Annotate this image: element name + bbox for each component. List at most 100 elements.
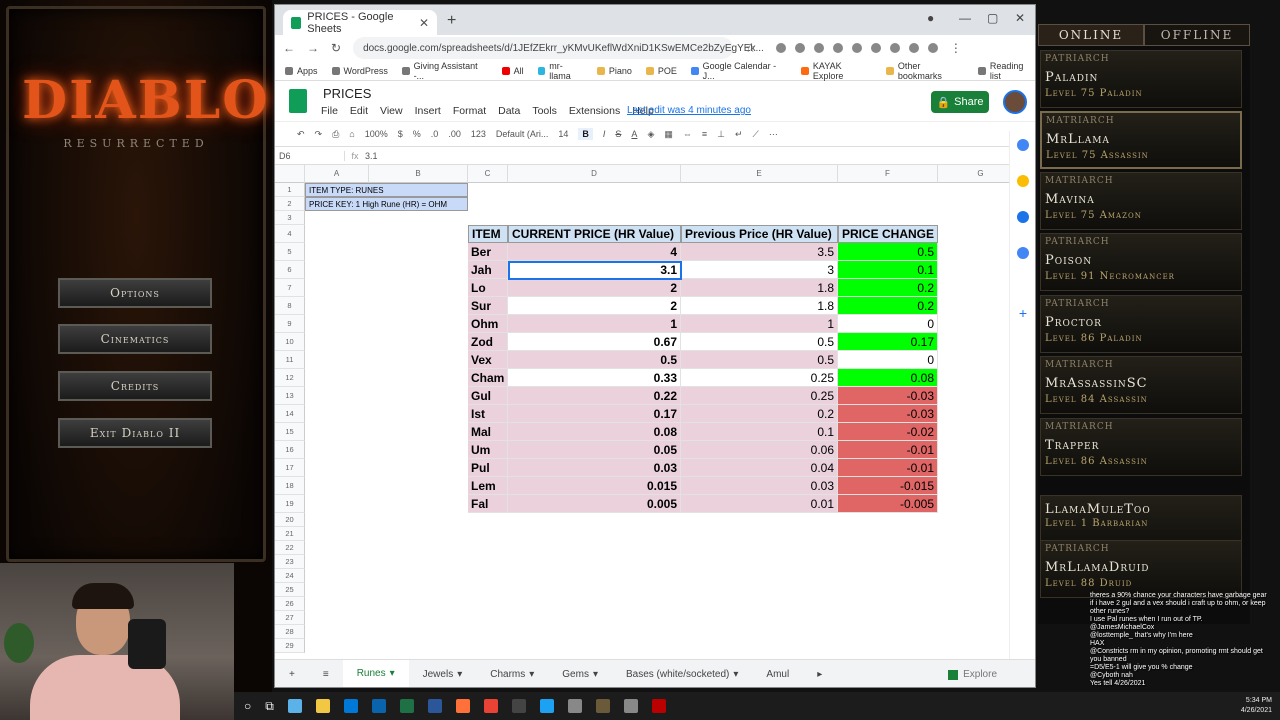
table-cell-item[interactable]: Zod: [468, 333, 508, 351]
sheet-tab-amul[interactable]: Amul: [752, 660, 803, 688]
align-icon[interactable]: ≡: [702, 129, 707, 139]
table-cell-item[interactable]: Mal: [468, 423, 508, 441]
avatar[interactable]: [1003, 90, 1027, 114]
excel-icon[interactable]: [399, 699, 414, 713]
table-cell-current[interactable]: 0.05: [508, 441, 681, 459]
valign-icon[interactable]: ⊥: [717, 129, 725, 140]
app-icon[interactable]: [651, 699, 666, 713]
formula-input[interactable]: 3.1: [365, 151, 378, 161]
table-cell-item[interactable]: Fal: [468, 495, 508, 513]
character-entry[interactable]: PATRIARCH MrLlamaDruid Level 88 Druid: [1040, 540, 1242, 598]
table-cell-item[interactable]: Ist: [468, 405, 508, 423]
close-tab-icon[interactable]: ✕: [419, 16, 429, 30]
row-header[interactable]: 27: [275, 611, 305, 625]
row-header[interactable]: 21: [275, 527, 305, 541]
paint-format-icon[interactable]: ⌂: [349, 129, 354, 139]
row-header[interactable]: 25: [275, 583, 305, 597]
store-icon[interactable]: [343, 699, 358, 713]
row-header[interactable]: 15: [275, 423, 305, 441]
sheet-tab-gems[interactable]: Gems ▾: [548, 660, 612, 688]
menu-edit[interactable]: Edit: [350, 105, 368, 117]
outlook-icon[interactable]: [371, 699, 386, 713]
close-window-icon[interactable]: ✕: [1015, 11, 1025, 25]
extension-icon[interactable]: [851, 43, 862, 53]
tab-online[interactable]: ONLINE: [1038, 24, 1144, 46]
app-icon[interactable]: [287, 699, 302, 713]
info-item-type[interactable]: ITEM TYPE: RUNES: [305, 183, 468, 197]
table-cell-item[interactable]: Ohm: [468, 315, 508, 333]
all-sheets-icon[interactable]: ≡: [309, 660, 343, 688]
bookmark-calendar[interactable]: Google Calendar - J...: [690, 61, 787, 81]
row-header[interactable]: 18: [275, 477, 305, 495]
table-header-cell[interactable]: ITEM: [468, 225, 508, 243]
col-header-c[interactable]: C: [468, 165, 508, 183]
bookmark-kayak[interactable]: KAYAK Explore: [801, 61, 872, 81]
explore-button[interactable]: Explore: [948, 669, 997, 680]
table-cell-change[interactable]: 0.08: [838, 369, 938, 387]
sheets-logo-icon[interactable]: [289, 89, 307, 113]
merge-icon[interactable]: ⇔: [683, 129, 692, 139]
table-cell-item[interactable]: Lem: [468, 477, 508, 495]
bookmark-giving-assistant[interactable]: Giving Assistant -...: [401, 61, 488, 81]
bookmark-star-icon[interactable]: ☆: [745, 41, 756, 55]
cinematics-button[interactable]: Cinematics: [58, 324, 212, 354]
extension-icon[interactable]: [832, 43, 843, 53]
add-sheet-icon[interactable]: +: [275, 660, 309, 688]
add-addon-icon[interactable]: +: [1017, 306, 1029, 320]
file-explorer-icon[interactable]: [315, 699, 330, 713]
tab-offline[interactable]: OFFLINE: [1144, 24, 1250, 46]
bookmark-piano[interactable]: Piano: [596, 66, 632, 76]
table-cell-previous[interactable]: 3.5: [681, 243, 838, 261]
minimize-icon[interactable]: —: [959, 11, 971, 25]
strikethrough-button[interactable]: S: [615, 129, 621, 139]
bookmark-other[interactable]: Other bookmarks: [886, 61, 964, 81]
row-header[interactable]: 4: [275, 225, 305, 243]
corner-select[interactable]: [275, 165, 305, 183]
document-title[interactable]: PRICES: [323, 86, 371, 101]
extension-icon[interactable]: [870, 43, 881, 53]
row-header[interactable]: 8: [275, 297, 305, 315]
table-cell-previous[interactable]: 0.5: [681, 333, 838, 351]
table-cell-change[interactable]: 0.17: [838, 333, 938, 351]
zoom-select[interactable]: 100%: [365, 129, 388, 139]
number-format-select[interactable]: 123: [471, 129, 486, 139]
character-entry[interactable]: PATRIARCH Poison Level 91 Necromancer: [1040, 233, 1242, 291]
rotate-icon[interactable]: ⟋: [753, 129, 759, 140]
chrome-icon[interactable]: [483, 699, 498, 713]
new-tab-icon[interactable]: +: [447, 12, 456, 30]
table-cell-change[interactable]: -0.005: [838, 495, 938, 513]
bookmark-poe[interactable]: POE: [645, 66, 677, 76]
menu-data[interactable]: Data: [498, 105, 520, 117]
app-icon[interactable]: [567, 699, 582, 713]
table-header-cell[interactable]: Previous Price (HR Value): [681, 225, 838, 243]
percent-button[interactable]: %: [413, 129, 421, 139]
table-cell-change[interactable]: 0.2: [838, 297, 938, 315]
table-cell-current[interactable]: 2: [508, 297, 681, 315]
col-header-b[interactable]: B: [369, 165, 468, 183]
table-cell-item[interactable]: Pul: [468, 459, 508, 477]
word-icon[interactable]: [427, 699, 442, 713]
forward-icon[interactable]: →: [307, 41, 319, 55]
table-cell-item[interactable]: Vex: [468, 351, 508, 369]
character-entry[interactable]: MATRIARCH MrLlama Level 75 Assassin: [1040, 111, 1242, 169]
row-header[interactable]: 11: [275, 351, 305, 369]
row-header[interactable]: 7: [275, 279, 305, 297]
col-header-e[interactable]: E: [681, 165, 838, 183]
table-cell-item[interactable]: Gul: [468, 387, 508, 405]
print-icon[interactable]: ⎙: [332, 129, 339, 140]
table-cell-current[interactable]: 0.015: [508, 477, 681, 495]
row-header[interactable]: 12: [275, 369, 305, 387]
table-cell-previous[interactable]: 0.2: [681, 405, 838, 423]
menu-insert[interactable]: Insert: [415, 105, 441, 117]
menu-view[interactable]: View: [380, 105, 403, 117]
row-header[interactable]: 24: [275, 569, 305, 583]
col-header-f[interactable]: F: [838, 165, 938, 183]
table-cell-previous[interactable]: 1.8: [681, 279, 838, 297]
table-cell-change[interactable]: -0.01: [838, 459, 938, 477]
browser-menu-icon[interactable]: ⋮: [950, 41, 962, 55]
menu-tools[interactable]: Tools: [532, 105, 557, 117]
sheet-tab-jewels[interactable]: Jewels ▾: [409, 660, 477, 688]
table-cell-item[interactable]: Lo: [468, 279, 508, 297]
row-header[interactable]: 5: [275, 243, 305, 261]
row-header[interactable]: 16: [275, 441, 305, 459]
